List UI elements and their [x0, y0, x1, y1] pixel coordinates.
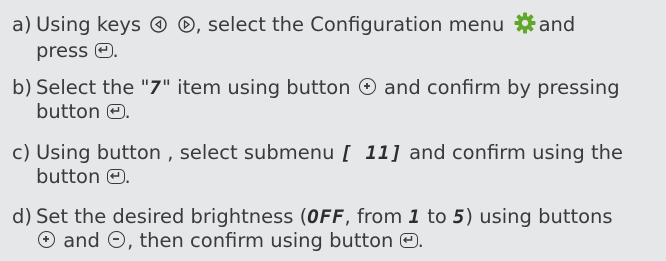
- plus-key-icon: [38, 231, 55, 248]
- step-text: .: [124, 100, 131, 123]
- gear-icon: [514, 12, 536, 39]
- step-text: ) using buttons: [465, 205, 613, 228]
- step-text: and confirm by pressing: [384, 76, 620, 99]
- step-text: " item using button: [161, 76, 351, 99]
- enter-key-icon: [94, 43, 113, 58]
- display-segment: [ 11]: [340, 142, 403, 164]
- enter-key-icon: [399, 233, 418, 248]
- step-b: b) Select the "7" item using button and c…: [12, 76, 660, 123]
- step-text: Using button , select submenu: [36, 141, 335, 164]
- step-text: press: [36, 39, 89, 62]
- step-text: .: [112, 39, 119, 62]
- step-d: d) Set the desired brightness (OFF, from …: [12, 205, 660, 252]
- step-text: and: [538, 13, 576, 36]
- display-segment: OFF: [307, 206, 345, 228]
- step-a: a) Using keys , select the Configuration …: [12, 12, 660, 62]
- left-arrow-key-icon: [150, 15, 167, 38]
- step-text: .: [124, 165, 131, 188]
- step-text: , select the Configuration menu: [195, 13, 505, 36]
- step-label: c): [12, 141, 31, 164]
- display-segment: 5: [452, 206, 466, 228]
- step-text: to: [427, 205, 447, 228]
- step-label: d): [12, 205, 32, 228]
- step-c: c) Using button , select submenu [ 11] an…: [12, 141, 660, 188]
- minus-key-icon: [108, 231, 126, 248]
- enter-key-icon: [106, 169, 125, 184]
- step-text: , then confirm using button: [127, 229, 394, 252]
- display-segment: 1: [408, 206, 421, 228]
- step-text: Select the ": [36, 76, 150, 99]
- plus-key-icon: [358, 78, 376, 95]
- step-text: button: [36, 165, 101, 188]
- step-text: and: [63, 229, 100, 252]
- step-text: button: [36, 100, 101, 123]
- step-label: a): [12, 13, 32, 36]
- step-text: .: [417, 229, 424, 252]
- instruction-list: a) Using keys , select the Configuration …: [0, 0, 666, 261]
- right-arrow-key-icon: [177, 15, 195, 38]
- step-text: Using keys: [36, 13, 142, 36]
- step-label: b): [12, 76, 32, 99]
- display-segment: 7: [149, 77, 162, 99]
- step-text: Set the desired brightness (: [36, 205, 308, 228]
- step-text: and confirm using the: [409, 141, 623, 164]
- step-text: , from: [344, 205, 403, 228]
- enter-key-icon: [106, 104, 125, 119]
